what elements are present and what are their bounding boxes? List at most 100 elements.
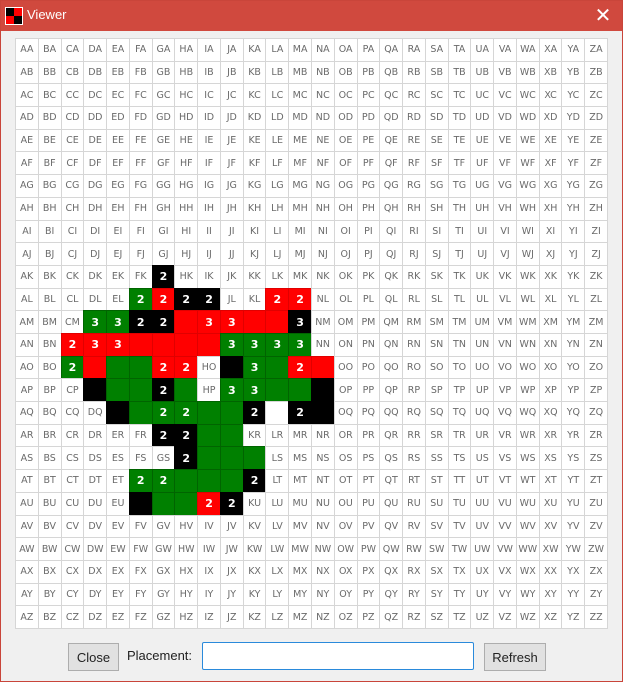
grid-cell-gu[interactable] xyxy=(151,491,176,516)
grid-cell-uc[interactable]: UC xyxy=(470,83,495,108)
grid-cell-yz[interactable]: YZ xyxy=(561,605,586,629)
grid-cell-yh[interactable]: YH xyxy=(561,196,586,221)
grid-cell-bq[interactable]: BQ xyxy=(37,401,62,425)
grid-cell-qh[interactable]: QH xyxy=(379,196,404,221)
grid-cell-cl[interactable]: CL xyxy=(60,287,85,312)
grid-cell-rm[interactable]: RM xyxy=(402,310,426,334)
grid-cell-ws[interactable]: WS xyxy=(515,446,540,471)
grid-cell-mz[interactable]: MZ xyxy=(288,605,312,629)
grid-cell-sz[interactable]: SZ xyxy=(424,605,449,629)
grid-cell-fk[interactable]: FK xyxy=(128,264,153,289)
grid-cell-md[interactable]: MD xyxy=(288,106,312,130)
grid-cell-ia[interactable]: IA xyxy=(197,38,221,62)
grid-cell-bb[interactable]: BB xyxy=(37,60,62,85)
grid-cell-eo[interactable] xyxy=(106,355,130,380)
grid-cell-fa[interactable]: FA xyxy=(128,38,153,62)
grid-cell-io[interactable]: HO xyxy=(197,355,221,380)
grid-cell-ps[interactable]: PS xyxy=(356,446,381,471)
grid-cell-hn[interactable] xyxy=(174,333,199,357)
grid-cell-pa[interactable]: PA xyxy=(356,38,381,62)
grid-cell-ad[interactable]: AD xyxy=(15,106,39,130)
grid-cell-br[interactable]: BR xyxy=(37,423,62,448)
grid-cell-mc[interactable]: MC xyxy=(288,83,312,108)
grid-cell-du[interactable]: DU xyxy=(83,491,108,516)
grid-cell-ed[interactable]: ED xyxy=(106,106,130,130)
grid-cell-oc[interactable]: OC xyxy=(333,83,358,108)
grid-cell-er[interactable]: ER xyxy=(106,423,130,448)
grid-cell-uf[interactable]: UF xyxy=(470,151,495,176)
grid-cell-so[interactable]: SO xyxy=(424,355,449,380)
grid-cell-aw[interactable]: AW xyxy=(15,537,39,561)
grid-cell-gv[interactable]: GV xyxy=(151,514,176,539)
grid-cell-qa[interactable]: QA xyxy=(379,38,404,62)
grid-cell-if[interactable]: IF xyxy=(197,151,221,176)
grid-cell-bu[interactable]: BU xyxy=(37,491,62,516)
grid-cell-ln[interactable]: 3 xyxy=(265,333,290,357)
grid-cell-wv[interactable]: WV xyxy=(515,514,540,539)
grid-cell-az[interactable]: AZ xyxy=(15,605,39,629)
grid-cell-wi[interactable]: WI xyxy=(515,219,540,244)
grid-cell-kc[interactable]: KC xyxy=(242,83,267,108)
grid-cell-fi[interactable]: FI xyxy=(128,219,153,244)
grid-cell-gj[interactable]: GJ xyxy=(151,242,176,266)
grid-cell-nv[interactable]: NV xyxy=(311,514,335,539)
grid-cell-hl[interactable]: 2 xyxy=(174,287,199,312)
grid-cell-ul[interactable]: UL xyxy=(470,287,495,312)
grid-cell-th[interactable]: TH xyxy=(447,196,472,221)
grid-cell-ou[interactable]: OU xyxy=(333,491,358,516)
grid-cell-gm[interactable]: 2 xyxy=(151,310,176,334)
grid-cell-tb[interactable]: TB xyxy=(447,60,472,85)
grid-cell-wt[interactable]: WT xyxy=(515,469,540,493)
grid-cell-ug[interactable]: UG xyxy=(470,174,495,198)
grid-cell-vx[interactable]: VX xyxy=(493,559,517,584)
grid-cell-rl[interactable]: RL xyxy=(402,287,426,312)
grid-cell-ub[interactable]: UB xyxy=(470,60,495,85)
grid-cell-fb[interactable]: FB xyxy=(128,60,153,85)
grid-cell-tu[interactable]: TU xyxy=(447,491,472,516)
grid-cell-wz[interactable]: WZ xyxy=(515,605,540,629)
grid-cell-ui[interactable]: UI xyxy=(470,219,495,244)
grid-cell-si[interactable]: SI xyxy=(424,219,449,244)
grid-cell-ld[interactable]: LD xyxy=(265,106,290,130)
grid-cell-oo[interactable]: OO xyxy=(333,355,358,380)
grid-cell-gl[interactable]: 2 xyxy=(151,287,176,312)
grid-cell-it[interactable] xyxy=(197,469,221,493)
grid-cell-ei[interactable]: EI xyxy=(106,219,130,244)
grid-cell-wf[interactable]: WF xyxy=(515,151,540,176)
grid-cell-xd[interactable]: XD xyxy=(538,106,563,130)
grid-cell-vu[interactable]: VU xyxy=(493,491,517,516)
grid-cell-ys[interactable]: YS xyxy=(561,446,586,471)
grid-cell-fh[interactable]: FH xyxy=(128,196,153,221)
grid-cell-fc[interactable]: FC xyxy=(128,83,153,108)
grid-cell-no[interactable] xyxy=(311,355,335,380)
grid-cell-ds[interactable]: DS xyxy=(83,446,108,471)
grid-cell-at[interactable]: AT xyxy=(15,469,39,493)
grid-cell-ua[interactable]: UA xyxy=(470,38,495,62)
grid-cell-xu[interactable]: XU xyxy=(538,491,563,516)
grid-cell-ri[interactable]: RI xyxy=(402,219,426,244)
grid-cell-wm[interactable]: WM xyxy=(515,310,540,334)
grid-cell-hi[interactable]: HI xyxy=(174,219,199,244)
grid-cell-zh[interactable]: ZH xyxy=(584,196,608,221)
grid-cell-fe[interactable]: FE xyxy=(128,128,153,153)
grid-cell-tk[interactable]: TK xyxy=(447,264,472,289)
grid-cell-uv[interactable]: UV xyxy=(470,514,495,539)
grid-cell-rt[interactable]: RT xyxy=(402,469,426,493)
grid-cell-yj[interactable]: YJ xyxy=(561,242,586,266)
grid-cell-tf[interactable]: TF xyxy=(447,151,472,176)
grid-cell-ty[interactable]: TY xyxy=(447,582,472,607)
grid-cell-nc[interactable]: NC xyxy=(311,83,335,108)
grid-cell-of[interactable]: OF xyxy=(333,151,358,176)
grid-cell-qq[interactable]: QQ xyxy=(379,401,404,425)
grid-cell-zz[interactable]: ZZ xyxy=(584,605,608,629)
grid-cell-vb[interactable]: VB xyxy=(493,60,517,85)
grid-cell-jm[interactable]: 3 xyxy=(219,310,244,334)
grid-cell-nb[interactable]: NB xyxy=(311,60,335,85)
grid-cell-oy[interactable]: OY xyxy=(333,582,358,607)
grid-cell-qz[interactable]: QZ xyxy=(379,605,404,629)
grid-cell-rv[interactable]: RV xyxy=(402,514,426,539)
grid-cell-px[interactable]: PX xyxy=(356,559,381,584)
grid-cell-sf[interactable]: SF xyxy=(424,151,449,176)
grid-cell-na[interactable]: NA xyxy=(311,38,335,62)
grid-cell-cg[interactable]: CG xyxy=(60,174,85,198)
